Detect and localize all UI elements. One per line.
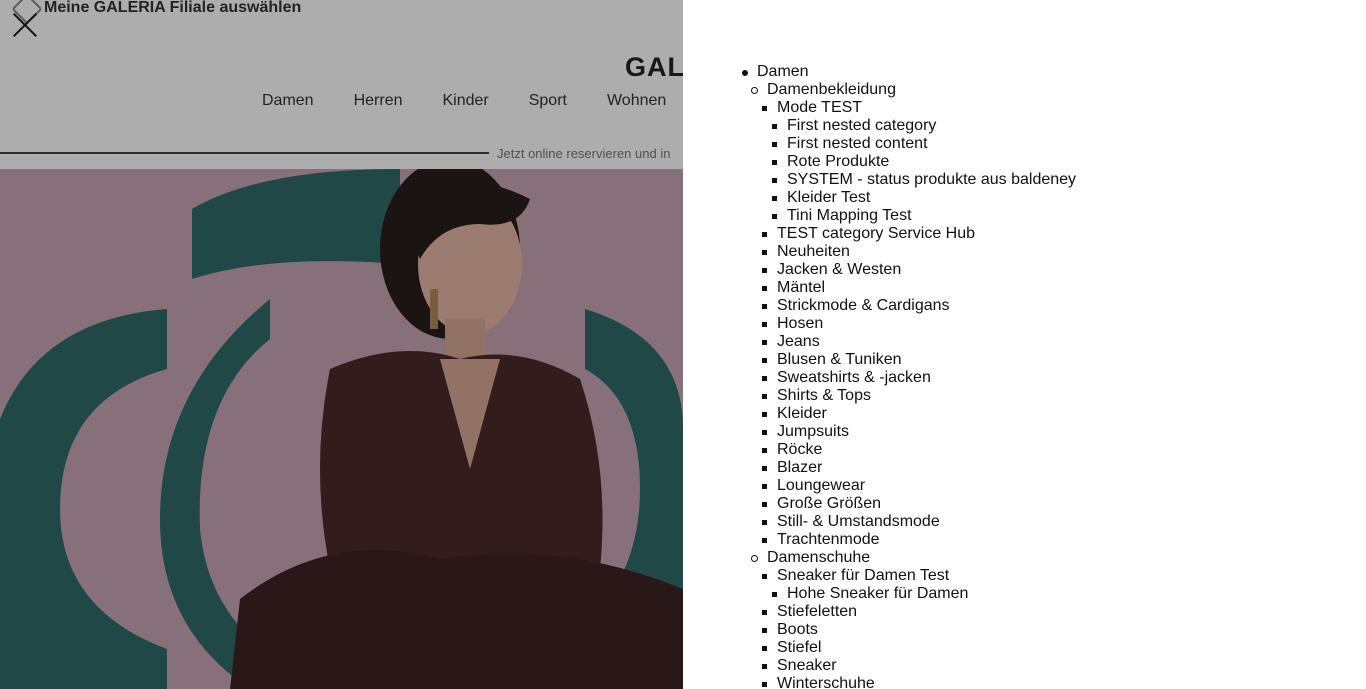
menu-link[interactable]: SYSTEM - status produkte aus baldeney [787,171,1076,189]
menu-item: Blazer [777,459,1076,477]
background-page: Meine GALERIA Filiale auswählen GAL Dame… [0,0,683,689]
menu-item: TEST category Service Hub [777,225,1076,243]
menu-item-mode-test: Mode TEST First nested category First ne… [777,99,1076,225]
menu-item: First nested category [787,117,1076,135]
menu-item-damen: Damen Damenbekleidung Mode TEST First ne… [757,63,1076,689]
menu-link[interactable]: First nested category [787,117,1076,135]
menu-link[interactable]: Boots [777,621,1076,639]
menu-link[interactable]: Kleider [777,405,1076,423]
menu-link[interactable]: Tini Mapping Test [787,207,1076,225]
menu-item: Shirts & Tops [777,387,1076,405]
menu-item: First nested content [787,135,1076,153]
menu-link-sneaker-test[interactable]: Sneaker für Damen Test [777,567,1076,585]
menu-link[interactable]: Rote Produkte [787,153,1076,171]
category-tree: Damen Damenbekleidung Mode TEST First ne… [757,63,1076,689]
menu-item: Blusen & Tuniken [777,351,1076,369]
menu-link[interactable]: Jacken & Westen [777,261,1076,279]
menu-link-damenbekleidung[interactable]: Damenbekleidung [767,81,1076,99]
menu-item: Winterschuhe [777,675,1076,689]
menu-item: Still- & Umstandsmode [777,513,1076,531]
menu-link[interactable]: Still- & Umstandsmode [777,513,1076,531]
menu-item: Große Größen [777,495,1076,513]
menu-link[interactable]: Stiefeletten [777,603,1076,621]
close-icon[interactable] [12,12,38,38]
menu-item-sneaker-test: Sneaker für Damen Test Hohe Sneaker für … [777,567,1076,603]
menu-link[interactable]: Loungewear [777,477,1076,495]
menu-link[interactable]: Hohe Sneaker für Damen [787,585,1076,603]
menu-item: Mäntel [777,279,1076,297]
menu-link[interactable]: Sweatshirts & -jacken [777,369,1076,387]
menu-item: Sweatshirts & -jacken [777,369,1076,387]
menu-item: Sneaker [777,657,1076,675]
menu-link[interactable]: Große Größen [777,495,1076,513]
menu-item: Neuheiten [777,243,1076,261]
menu-link[interactable]: Strickmode & Cardigans [777,297,1076,315]
menu-item: Hosen [777,315,1076,333]
menu-link[interactable]: Mäntel [777,279,1076,297]
menu-link-mode-test[interactable]: Mode TEST [777,99,1076,117]
menu-link[interactable]: Jumpsuits [777,423,1076,441]
menu-link[interactable]: Stiefel [777,639,1076,657]
category-menu-panel: Damen Damenbekleidung Mode TEST First ne… [683,0,1366,689]
submenu-sneaker-test: Hohe Sneaker für Damen [787,585,1076,603]
menu-item: Jumpsuits [777,423,1076,441]
menu-item: Tini Mapping Test [787,207,1076,225]
menu-link[interactable]: Trachtenmode [777,531,1076,549]
menu-link-damen[interactable]: Damen [757,63,1076,81]
submenu-damen: Damenbekleidung Mode TEST First nested c… [767,81,1076,689]
menu-item: Kleider [777,405,1076,423]
menu-item: SYSTEM - status produkte aus baldeney [787,171,1076,189]
menu-item: Boots [777,621,1076,639]
menu-item: Jeans [777,333,1076,351]
menu-item: Loungewear [777,477,1076,495]
menu-item-damenschuhe: Damenschuhe Sneaker für Damen Test Hohe … [767,549,1076,689]
submenu-damenbekleidung: Mode TEST First nested category First ne… [777,99,1076,549]
menu-link[interactable]: First nested content [787,135,1076,153]
menu-link[interactable]: Jeans [777,333,1076,351]
page-overlay[interactable] [0,0,683,689]
menu-item: Jacken & Westen [777,261,1076,279]
menu-item-damenbekleidung: Damenbekleidung Mode TEST First nested c… [767,81,1076,549]
menu-item: Strickmode & Cardigans [777,297,1076,315]
menu-link-damenschuhe[interactable]: Damenschuhe [767,549,1076,567]
menu-item: Stiefeletten [777,603,1076,621]
submenu-damenschuhe: Sneaker für Damen Test Hohe Sneaker für … [777,567,1076,689]
menu-item: Hohe Sneaker für Damen [787,585,1076,603]
menu-item: Rote Produkte [787,153,1076,171]
menu-link[interactable]: Sneaker [777,657,1076,675]
menu-link[interactable]: Kleider Test [787,189,1076,207]
menu-link[interactable]: Blazer [777,459,1076,477]
menu-link[interactable]: Winterschuhe [777,675,1076,689]
menu-item: Kleider Test [787,189,1076,207]
menu-item: Stiefel [777,639,1076,657]
menu-item: Trachtenmode [777,531,1076,549]
menu-link[interactable]: Neuheiten [777,243,1076,261]
menu-link[interactable]: Blusen & Tuniken [777,351,1076,369]
menu-link[interactable]: Shirts & Tops [777,387,1076,405]
submenu-mode-test: First nested category First nested conte… [787,117,1076,225]
menu-link[interactable]: TEST category Service Hub [777,225,1076,243]
menu-item: Röcke [777,441,1076,459]
menu-link[interactable]: Röcke [777,441,1076,459]
menu-link[interactable]: Hosen [777,315,1076,333]
